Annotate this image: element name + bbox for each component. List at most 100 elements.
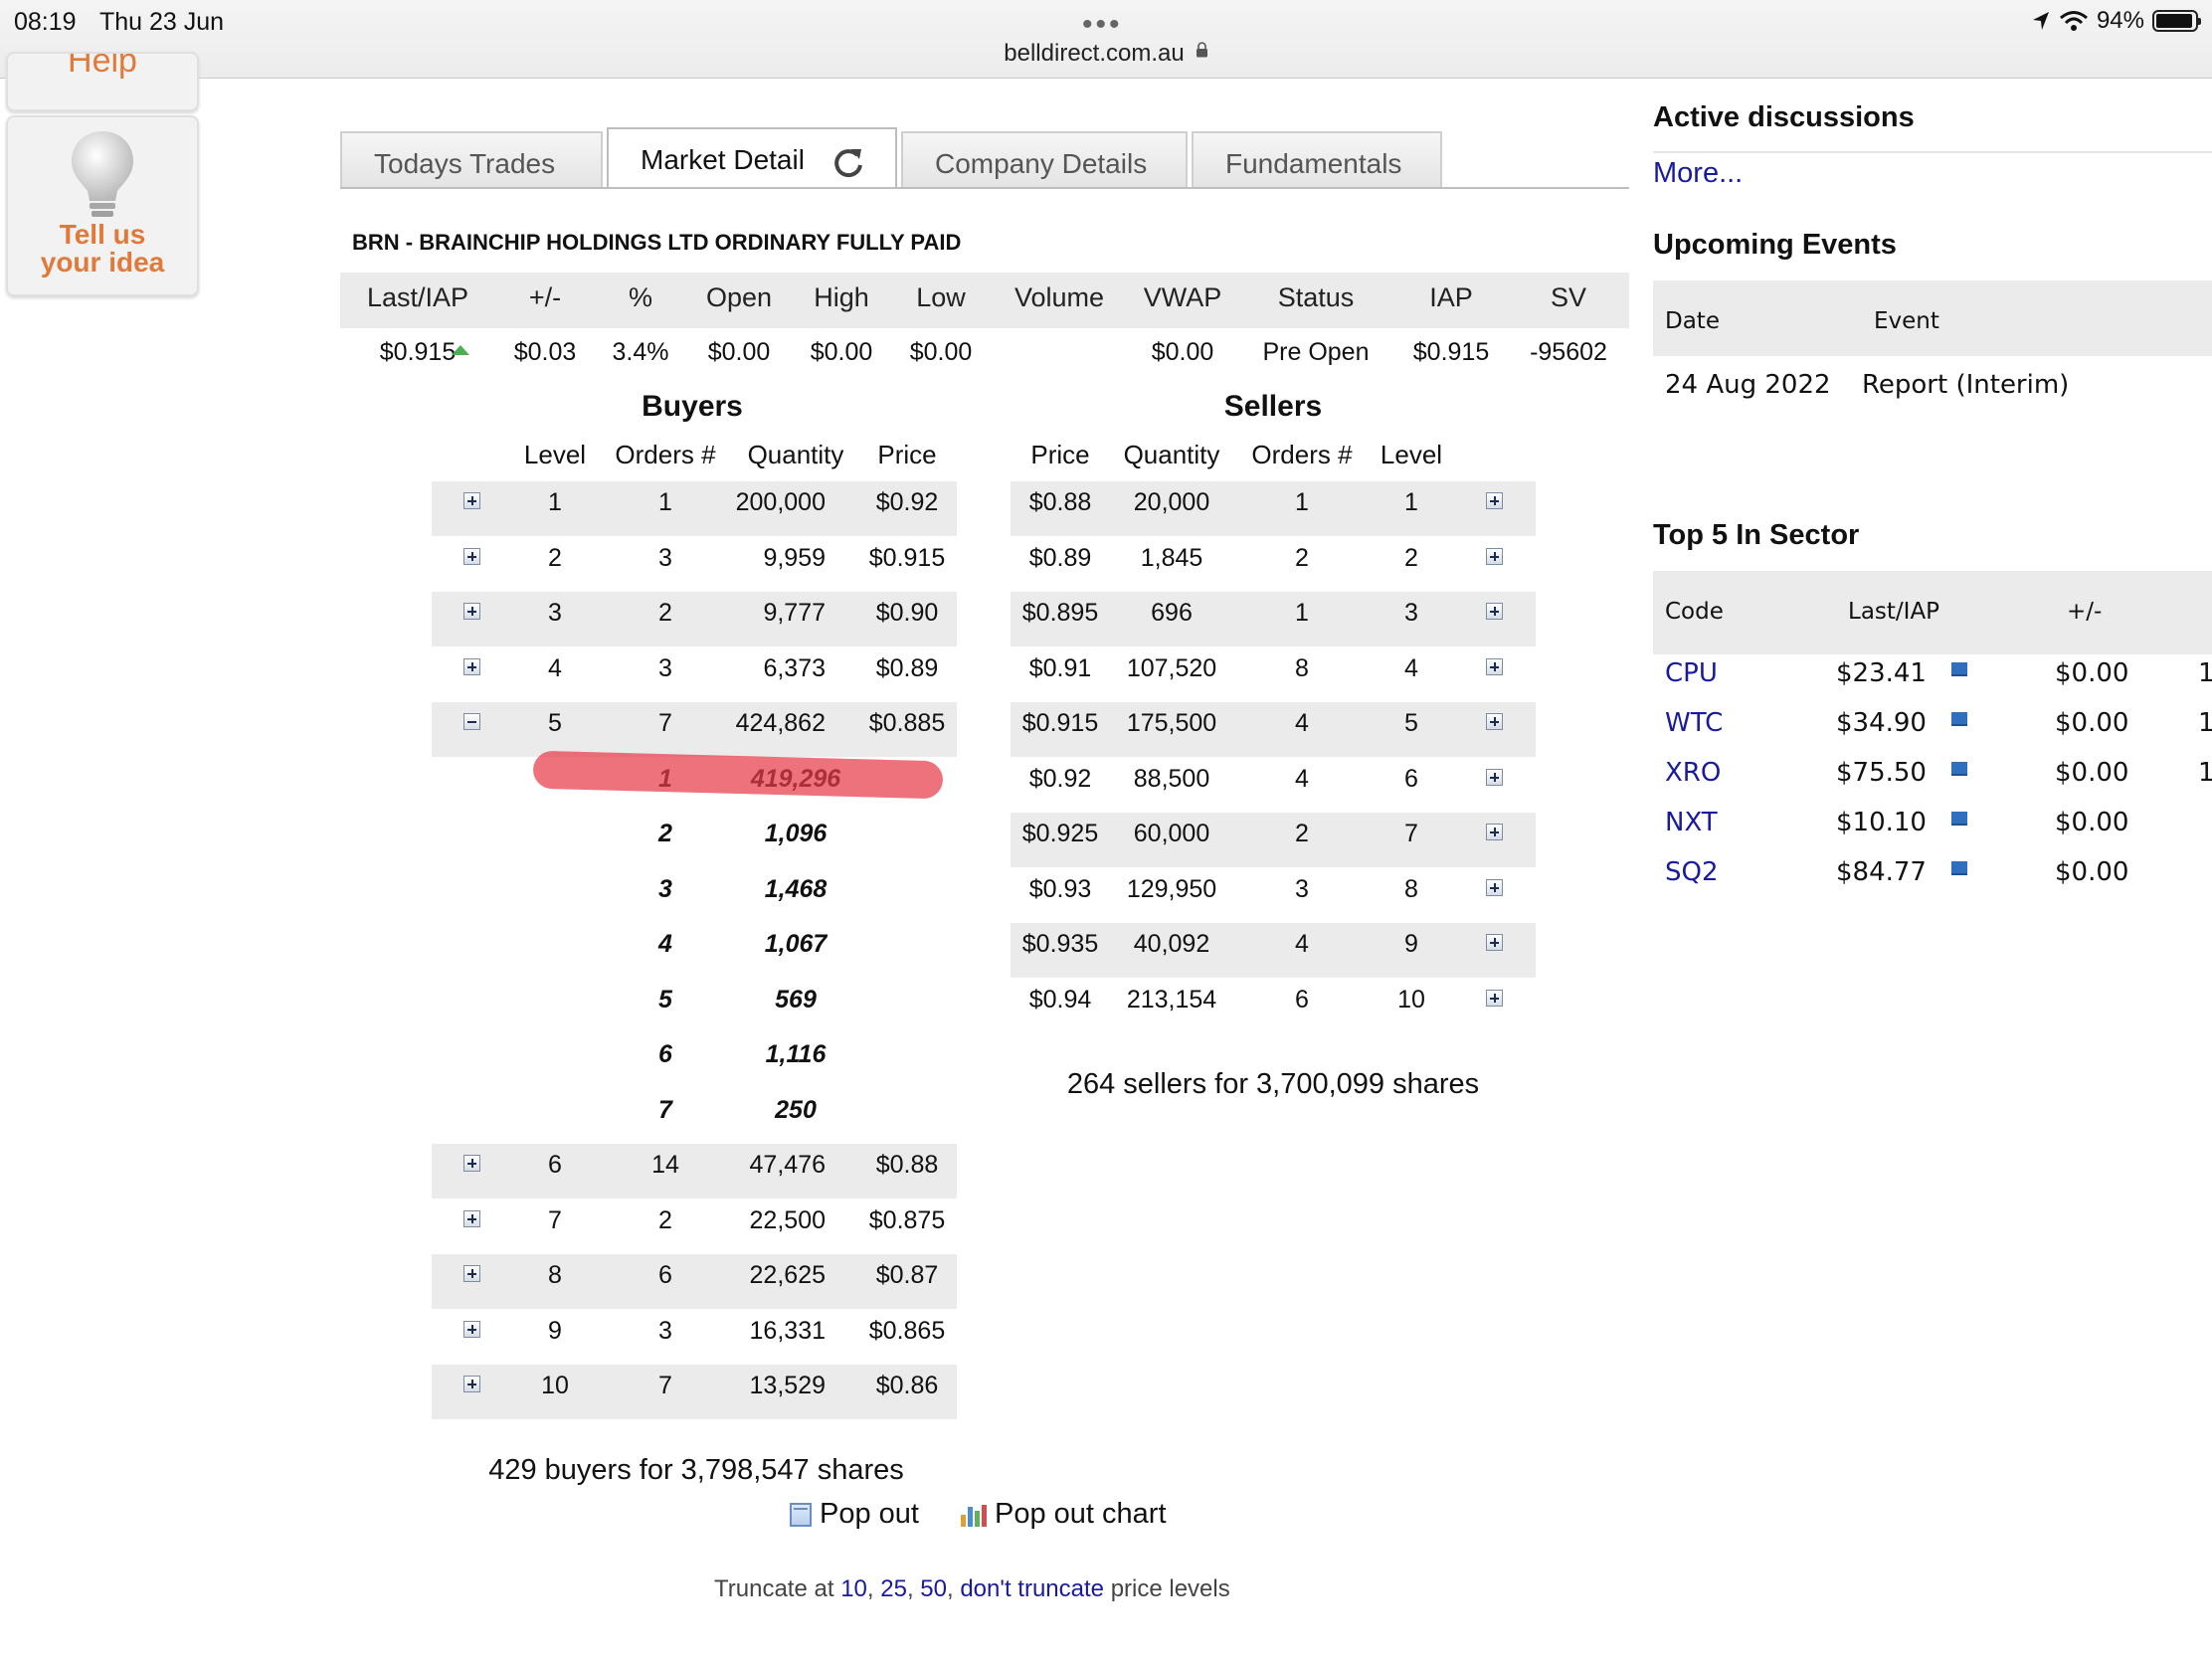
sellers-level: 8 — [1404, 874, 1418, 903]
buyers-quantity: 13,529 — [749, 1372, 826, 1399]
sub-order-number: 2 — [658, 820, 672, 847]
sector-code-link[interactable]: WTC — [1665, 708, 1723, 738]
expand-row-icon[interactable] — [1486, 824, 1503, 840]
divider — [1653, 151, 2212, 153]
sector-code-link[interactable]: XRO — [1665, 758, 1721, 788]
quote-header-cell: Last/IAP — [366, 282, 469, 312]
sector-code-link[interactable]: NXT — [1665, 808, 1718, 837]
buyers-col-price: Price — [877, 440, 937, 469]
quote-value-cell: $0.00 — [909, 338, 973, 366]
quote-header-cell: Open — [705, 282, 773, 312]
buyers-price: $0.92 — [875, 488, 939, 516]
truncate-25-link[interactable]: 25 — [880, 1575, 907, 1602]
expand-row-icon[interactable] — [1486, 713, 1503, 730]
active-discussions-title: Active discussions — [1653, 101, 1915, 133]
buyers-quantity: 47,476 — [749, 1151, 826, 1179]
tab-overview-dots-icon[interactable]: ••• — [1082, 8, 1123, 42]
buyers-quantity: 22,500 — [749, 1205, 826, 1234]
buyers-quantity: 200,000 — [735, 488, 826, 516]
tab-todays-trades[interactable]: Todays Trades — [340, 131, 603, 187]
tell-us-your-idea-tile[interactable]: Tell us your idea — [6, 115, 199, 296]
expand-row-icon[interactable] — [463, 1376, 480, 1392]
sellers-level: 6 — [1404, 764, 1418, 793]
dont-truncate-link[interactable]: don't truncate — [960, 1575, 1104, 1602]
sellers-level: 7 — [1404, 820, 1418, 847]
address-bar-url[interactable]: belldirect.com.au — [995, 40, 1194, 68]
pop-out-chart-link[interactable]: Pop out chart — [961, 1498, 1167, 1531]
tab-company-details[interactable]: Company Details — [901, 131, 1188, 187]
event-name: Report (Interim) — [1862, 370, 2070, 400]
expand-row-icon[interactable] — [1486, 934, 1503, 951]
events-header: Date Event — [1653, 280, 2212, 356]
expand-row-icon[interactable] — [463, 1320, 480, 1338]
expand-row-icon[interactable] — [1486, 492, 1503, 509]
expand-row-icon[interactable] — [1486, 878, 1503, 896]
company-title: BRN - BRAINCHIP HOLDINGS LTD ORDINARY FU… — [352, 230, 962, 255]
buyers-price: $0.915 — [868, 543, 946, 572]
sellers-level: 1 — [1404, 488, 1418, 516]
buyers-quantity: 9,959 — [763, 543, 826, 572]
sector-change: $0.00 — [2055, 658, 2129, 688]
sector-last: $34.90 — [1836, 708, 1927, 738]
upcoming-events-title: Upcoming Events — [1653, 229, 1897, 261]
expand-row-icon[interactable] — [463, 1209, 480, 1227]
idea-label: Tell us your idea — [40, 219, 165, 277]
buyers-total: 429 buyers for 3,798,547 shares — [488, 1454, 904, 1486]
expand-row-icon[interactable] — [1486, 768, 1503, 786]
buyers-price: $0.90 — [875, 599, 939, 627]
collapse-row-icon[interactable] — [463, 713, 480, 730]
events-col-date: Date — [1665, 308, 1720, 334]
expand-row-icon[interactable] — [463, 1155, 480, 1172]
sub-order-quantity: 569 — [775, 985, 817, 1014]
sector-code-link[interactable]: SQ2 — [1665, 857, 1719, 887]
sector-last: $75.50 — [1836, 758, 1927, 788]
top-sector-title: Top 5 In Sector — [1653, 519, 1860, 551]
buyers-price: $0.88 — [875, 1151, 939, 1179]
quote-header-cell: IAP — [1429, 282, 1473, 312]
quote-value-cell: -95602 — [1530, 338, 1607, 366]
expand-row-icon[interactable] — [463, 492, 480, 509]
sector-change: $0.00 — [2055, 857, 2129, 887]
sector-extra: 1 — [2198, 658, 2212, 688]
expand-row-icon[interactable] — [1486, 989, 1503, 1007]
refresh-icon[interactable] — [831, 145, 865, 179]
expand-row-icon[interactable] — [463, 547, 480, 565]
tab-fundamentals[interactable]: Fundamentals — [1192, 131, 1442, 187]
expand-row-icon[interactable] — [463, 603, 480, 620]
event-date: 24 Aug 2022 — [1665, 370, 1831, 400]
buyers-price: $0.865 — [868, 1316, 946, 1345]
more-discussions-link[interactable]: More... — [1653, 157, 1743, 190]
sector-col-code: Code — [1665, 599, 1724, 625]
sector-extra: 1 — [2198, 708, 2212, 738]
sector-change: $0.00 — [2055, 758, 2129, 788]
window-icon — [790, 1502, 812, 1527]
battery-icon — [2152, 10, 2201, 32]
pop-out-chart-label: Pop out chart — [995, 1498, 1167, 1530]
sellers-level: 2 — [1404, 543, 1418, 572]
expand-row-icon[interactable] — [1486, 547, 1503, 565]
pop-out-link[interactable]: Pop out — [790, 1498, 919, 1531]
sub-order-number: 4 — [658, 930, 672, 958]
expand-row-icon[interactable] — [1486, 657, 1503, 675]
sub-order-quantity: 1,116 — [765, 1040, 827, 1068]
help-tile[interactable]: Help — [6, 52, 199, 111]
buyers-price: $0.875 — [868, 1205, 946, 1234]
battery-percent: 94% — [2096, 7, 2144, 34]
expand-row-icon[interactable] — [463, 1265, 480, 1282]
expand-row-icon[interactable] — [1486, 603, 1503, 620]
truncate-50-link[interactable]: 50 — [920, 1575, 947, 1602]
sub-order-quantity: 1,468 — [764, 874, 828, 903]
buyers-col-orders: Orders # — [615, 440, 716, 469]
sellers-quantity: 20,000 — [1133, 488, 1210, 516]
sellers-quantity: 107,520 — [1126, 653, 1217, 682]
sector-code-link[interactable]: CPU — [1665, 658, 1718, 688]
expand-row-icon[interactable] — [463, 657, 480, 675]
flag-icon — [1951, 712, 1967, 726]
sellers-quantity: 40,092 — [1133, 930, 1210, 958]
truncate-10-link[interactable]: 10 — [840, 1575, 867, 1602]
sellers-quantity: 175,500 — [1126, 709, 1217, 737]
lock-icon — [1197, 42, 1207, 58]
quote-value-cell: $0.915 — [1412, 338, 1490, 366]
status-date: Thu 23 Jun — [99, 8, 225, 36]
sellers-quantity: 213,154 — [1126, 985, 1217, 1014]
